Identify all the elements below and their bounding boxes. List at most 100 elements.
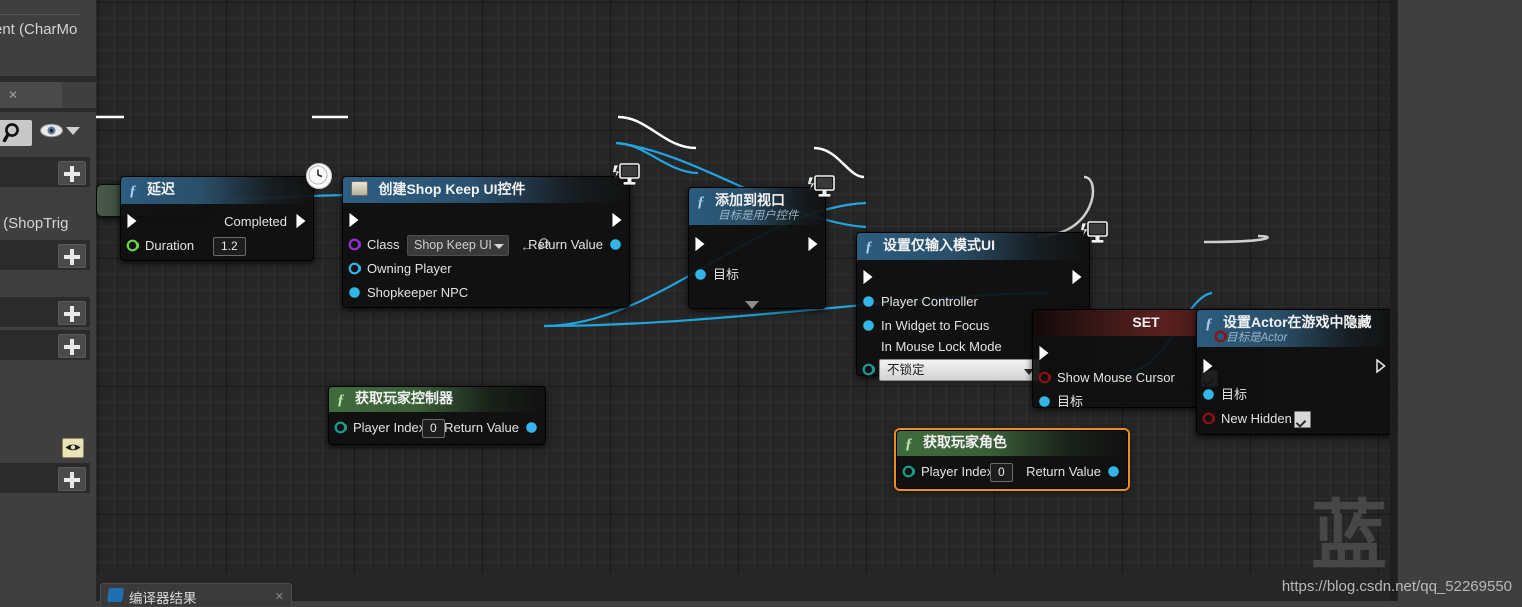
return-value-output-pin[interactable]: [525, 421, 538, 434]
chevron-down-icon[interactable]: [66, 127, 80, 135]
set-actor-hidden-body: 目标 New Hidden: [1197, 347, 1393, 439]
new-hidden-checkbox[interactable]: [1294, 411, 1311, 428]
client-monitor-icon: [611, 162, 641, 188]
expand-arrow-icon[interactable]: [745, 301, 759, 309]
create-widget-shopkeeper-row: Shopkeeper NPC: [343, 281, 629, 305]
target-input-pin[interactable]: [1038, 395, 1051, 408]
function-icon: ƒ: [337, 392, 345, 409]
create-widget-header: 创建Shop Keep UI控件: [343, 177, 629, 203]
compiler-results-tab[interactable]: 编译器结果 ✕: [100, 583, 292, 606]
add-to-viewport-node[interactable]: ƒ 添加到视口 目标是用户控件 目标: [688, 187, 826, 309]
player-index-input-pin[interactable]: [902, 465, 915, 478]
canvas-scrollbar[interactable]: [1390, 0, 1397, 601]
class-label: Class: [367, 233, 400, 257]
right-panel: [1398, 0, 1522, 601]
return-value-label: Return Value: [1026, 460, 1101, 484]
function-icon: ƒ: [1205, 316, 1213, 333]
variable-entry-label: r (ShopTrig: [0, 215, 68, 232]
create-widget-title: 创建Shop Keep UI控件: [378, 181, 525, 197]
exec-in-pin[interactable]: [695, 237, 706, 251]
set-actor-hidden-in-game-node[interactable]: ƒ 设置Actor在游戏中隐藏 目标是Actor 目标: [1196, 309, 1394, 435]
player-index-input-pin[interactable]: [334, 421, 347, 434]
player-index-value-field[interactable]: 0: [990, 463, 1013, 482]
function-icon: ƒ: [697, 194, 705, 211]
get-player-character-node[interactable]: ƒ 获取玩家角色 Player Index 0 Return Value: [896, 430, 1128, 489]
player-controller-label: Player Controller: [881, 290, 978, 314]
create-widget-owning-player-row: Owning Player: [343, 257, 629, 281]
show-mouse-cursor-input-pin[interactable]: [1038, 371, 1051, 384]
exec-out-pin[interactable]: [612, 213, 623, 227]
show-mouse-cursor-label: Show Mouse Cursor: [1057, 366, 1175, 390]
client-monitor-icon: [1079, 220, 1109, 246]
close-icon[interactable]: ✕: [275, 590, 284, 603]
add-button-5[interactable]: [58, 467, 86, 491]
chevron-down-icon: [494, 244, 504, 249]
blueprint-graph-canvas[interactable]: Self ƒ 延迟 Completed Du: [96, 0, 1398, 601]
add-button-4[interactable]: [58, 334, 86, 358]
completed-label: Completed: [224, 210, 287, 234]
class-select-value: Shop Keep UI: [414, 238, 492, 252]
panel-divider: [0, 14, 80, 15]
owning-player-label: Owning Player: [367, 257, 452, 281]
delay-exec-row: Completed: [121, 210, 313, 234]
add-to-viewport-exec-row: [689, 233, 825, 257]
get-pc-player-index-row: Player Index 0 Return Value: [329, 416, 545, 440]
new-hidden-input-pin[interactable]: [1202, 412, 1215, 425]
set-input-mode-title: 设置仅输入模式UI: [883, 237, 995, 253]
exec-in-pin[interactable]: [863, 270, 874, 284]
shopkeeper-npc-input-pin[interactable]: [348, 286, 361, 299]
in-mouse-lock-mode-value: 不锁定: [887, 363, 925, 377]
in-mouse-lock-mode-input-pin[interactable]: [862, 363, 875, 376]
get-player-controller-node[interactable]: ƒ 获取玩家控制器 Player Index 0 Return Value: [328, 386, 546, 445]
add-button-3[interactable]: [58, 301, 86, 325]
eye-row-icon[interactable]: [62, 438, 84, 458]
add-button-1[interactable]: [58, 161, 86, 185]
owning-player-input-pin[interactable]: [348, 262, 361, 275]
return-value-label: Return Value: [528, 233, 603, 257]
player-controller-input-pin[interactable]: [862, 295, 875, 308]
exec-out-completed-pin[interactable]: [296, 214, 307, 228]
class-select[interactable]: Shop Keep UI: [407, 235, 509, 256]
exec-out-pin[interactable]: [1376, 359, 1387, 373]
duration-input-pin[interactable]: [126, 239, 139, 252]
delay-node[interactable]: ƒ 延迟 Completed Duration 1.2: [120, 176, 314, 261]
create-widget-class-row: Class Shop Keep UI ← Return Value: [343, 233, 629, 257]
add-button-2[interactable]: [58, 244, 86, 268]
exec-out-pin[interactable]: [808, 237, 819, 251]
close-icon[interactable]: ✕: [8, 88, 18, 102]
compiler-results-label: 编译器结果: [129, 587, 197, 607]
panel-edge: [0, 108, 96, 112]
panel-tab[interactable]: ✕: [0, 82, 62, 108]
component-entry-label: ent (CharMo: [0, 21, 77, 38]
in-mouse-lock-mode-select[interactable]: 不锁定: [879, 359, 1040, 381]
set-actor-hidden-title: 设置Actor在游戏中隐藏: [1223, 314, 1372, 330]
create-widget-exec-row: [343, 209, 629, 233]
exec-in-pin[interactable]: [1039, 346, 1050, 360]
eye-icon: [65, 442, 81, 453]
visibility-toggle[interactable]: [40, 122, 63, 144]
add-to-viewport-title: 添加到视口: [715, 192, 785, 208]
exec-in-pin[interactable]: [1203, 359, 1214, 373]
get-player-controller-body: Player Index 0 Return Value: [329, 412, 545, 444]
set-actor-hidden-red-pin[interactable]: [1214, 330, 1227, 343]
add-to-viewport-body: 目标: [689, 225, 825, 295]
target-input-pin[interactable]: [1202, 388, 1215, 401]
exec-in-pin[interactable]: [349, 213, 360, 227]
widget-icon: [351, 181, 368, 196]
exec-in-pin[interactable]: [127, 214, 138, 228]
target-label: 目标: [1057, 390, 1083, 414]
class-input-pin[interactable]: [348, 238, 361, 251]
create-widget-node[interactable]: 创建Shop Keep UI控件 Class Shop Keep UI: [342, 176, 630, 308]
add-to-viewport-target-row: 目标: [689, 263, 825, 287]
search-button[interactable]: [0, 120, 32, 146]
target-input-pin[interactable]: [694, 268, 707, 281]
return-value-output-pin[interactable]: [1107, 465, 1120, 478]
function-icon: ƒ: [865, 239, 873, 256]
exec-out-pin[interactable]: [1072, 270, 1083, 284]
duration-value-field[interactable]: 1.2: [213, 237, 246, 256]
player-index-label: Player Index: [353, 416, 425, 440]
eye-icon: [40, 122, 63, 139]
in-widget-to-focus-input-pin[interactable]: [862, 319, 875, 332]
return-value-output-pin[interactable]: [609, 238, 622, 251]
player-index-value-field[interactable]: 0: [422, 419, 445, 438]
